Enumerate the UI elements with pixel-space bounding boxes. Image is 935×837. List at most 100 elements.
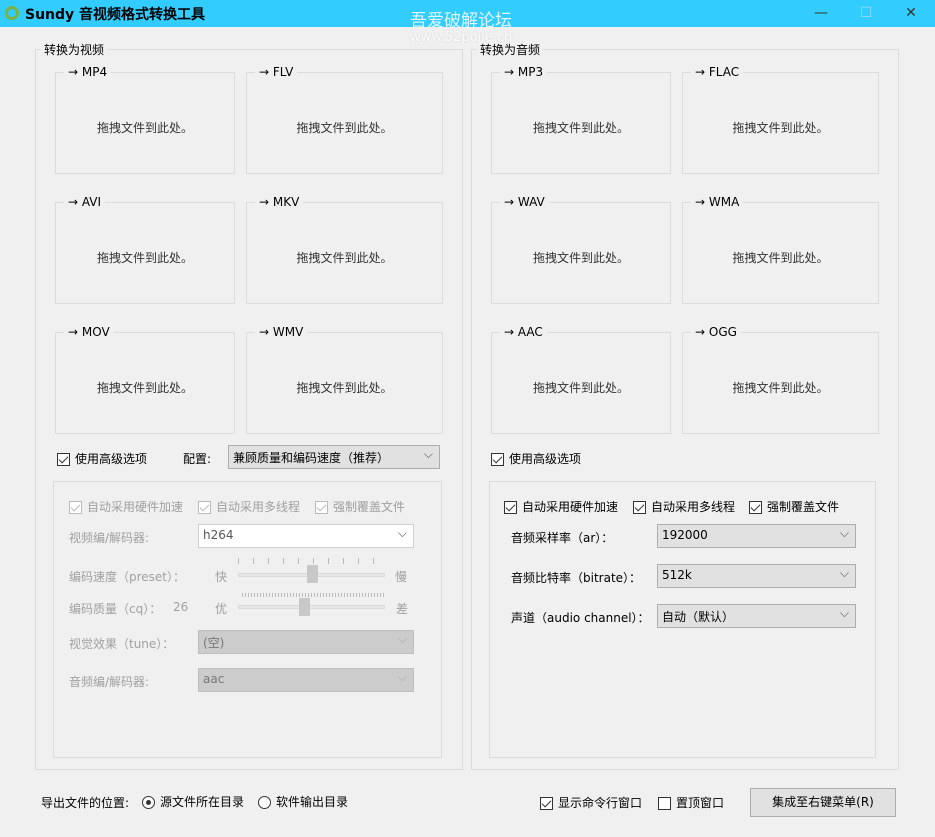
checkbox-icon bbox=[57, 453, 70, 466]
drop-hint: 拖拽文件到此处。 bbox=[296, 381, 393, 395]
format-label: → AVI bbox=[64, 195, 106, 209]
audio-group-label: 转换为音频 bbox=[477, 41, 544, 58]
checkbox-icon bbox=[658, 797, 671, 810]
label: 自动采用多线程 bbox=[651, 500, 736, 514]
preset-label: 编码速度（preset）： bbox=[69, 570, 186, 584]
drop-hint: 拖拽文件到此处。 bbox=[732, 251, 829, 265]
checkbox-icon bbox=[633, 501, 646, 514]
audio-advanced-checkbox[interactable]: 使用高级选项 bbox=[491, 450, 581, 467]
radio-software-dir[interactable]: 软件输出目录 bbox=[258, 793, 348, 810]
video-advanced-panel bbox=[53, 481, 442, 758]
audio-codec-select[interactable]: aac bbox=[198, 668, 414, 692]
checkbox-icon bbox=[315, 501, 328, 514]
drop-hint: 拖拽文件到此处。 bbox=[532, 121, 629, 135]
audio-drop-zone[interactable]: → WAV 拖拽文件到此处。 bbox=[491, 195, 671, 304]
video-codec-combobox[interactable]: h264 bbox=[198, 524, 414, 548]
bitrate-select[interactable]: 512k bbox=[657, 564, 856, 588]
close-button[interactable]: ✕ bbox=[888, 0, 934, 27]
label: 自动采用硬件加速 bbox=[87, 500, 184, 514]
cq-slider-thumb[interactable] bbox=[299, 598, 311, 616]
label: 使用高级选项 bbox=[509, 452, 582, 466]
ar-select[interactable]: 192000 bbox=[657, 524, 856, 548]
tune-label: 视觉效果（tune）： bbox=[69, 637, 175, 651]
label: 显示命令行窗口 bbox=[558, 796, 643, 810]
label: 强制覆盖文件 bbox=[333, 500, 406, 514]
format-label: → WAV bbox=[500, 195, 549, 209]
label: 自动采用硬件加速 bbox=[522, 500, 619, 514]
format-label: → MP4 bbox=[64, 65, 112, 79]
drop-hint: 拖拽文件到此处。 bbox=[296, 121, 393, 135]
maximize-button[interactable]: ☐ bbox=[843, 0, 889, 27]
topmost-checkbox[interactable]: 置顶窗口 bbox=[658, 794, 724, 811]
format-label: → OGG bbox=[691, 325, 741, 339]
radio-icon bbox=[142, 796, 155, 809]
app-logo-icon bbox=[5, 6, 19, 20]
video-drop-zone[interactable]: → FLV 拖拽文件到此处。 bbox=[246, 65, 443, 174]
label: 自动采用多线程 bbox=[216, 500, 301, 514]
bitrate-label: 音频比特率（bitrate）： bbox=[511, 571, 642, 585]
format-label: → AAC bbox=[500, 325, 547, 339]
video-drop-zone[interactable]: → WMV 拖拽文件到此处。 bbox=[246, 325, 443, 434]
radio-icon bbox=[258, 796, 271, 809]
channel-select[interactable]: 自动（默认） bbox=[657, 604, 856, 628]
label: 源文件所在目录 bbox=[160, 795, 245, 809]
cq-label: 编码质量（cq）： bbox=[69, 602, 162, 616]
video-group-label: 转换为视频 bbox=[41, 41, 108, 58]
drop-hint: 拖拽文件到此处。 bbox=[96, 251, 193, 265]
video-drop-zone[interactable]: → MKV 拖拽文件到此处。 bbox=[246, 195, 443, 304]
show-cmd-checkbox[interactable]: 显示命令行窗口 bbox=[540, 794, 642, 811]
video-multithread-checkbox[interactable]: 自动采用多线程 bbox=[198, 498, 300, 515]
video-overwrite-checkbox[interactable]: 强制覆盖文件 bbox=[315, 498, 405, 515]
format-label: → MKV bbox=[255, 195, 304, 209]
config-select[interactable]: 兼顾质量和编码速度（推荐） bbox=[228, 445, 440, 469]
checkbox-icon bbox=[540, 797, 553, 810]
video-codec-label: 视频编/解码器: bbox=[69, 531, 150, 545]
drop-hint: 拖拽文件到此处。 bbox=[532, 381, 629, 395]
audio-drop-zone[interactable]: → OGG 拖拽文件到此处。 bbox=[682, 325, 879, 434]
video-advanced-checkbox[interactable]: 使用高级选项 bbox=[57, 450, 147, 467]
drop-hint: 拖拽文件到此处。 bbox=[532, 251, 629, 265]
cq-slider-track[interactable] bbox=[238, 605, 385, 609]
checkbox-icon bbox=[504, 501, 517, 514]
video-drop-zone[interactable]: → MP4 拖拽文件到此处。 bbox=[55, 65, 235, 174]
checkbox-icon bbox=[749, 501, 762, 514]
window-title: Sundy 音视频格式转换工具 bbox=[25, 7, 206, 23]
drop-hint: 拖拽文件到此处。 bbox=[296, 251, 393, 265]
format-label: → WMV bbox=[255, 325, 308, 339]
audio-multithread-checkbox[interactable]: 自动采用多线程 bbox=[633, 498, 735, 515]
tune-select[interactable]: (空) bbox=[198, 630, 414, 654]
minimize-button[interactable]: — bbox=[798, 0, 844, 27]
drop-hint: 拖拽文件到此处。 bbox=[732, 381, 829, 395]
audio-drop-zone[interactable]: → MP3 拖拽文件到此处。 bbox=[491, 65, 671, 174]
label: 使用高级选项 bbox=[75, 452, 148, 466]
channel-label: 声道（audio channel）： bbox=[511, 611, 650, 625]
context-menu-button[interactable]: 集成至右键菜单(R) bbox=[750, 788, 896, 817]
video-drop-zone[interactable]: → MOV 拖拽文件到此处。 bbox=[55, 325, 235, 434]
audio-drop-zone[interactable]: → FLAC 拖拽文件到此处。 bbox=[682, 65, 879, 174]
drop-hint: 拖拽文件到此处。 bbox=[732, 121, 829, 135]
drop-hint: 拖拽文件到此处。 bbox=[96, 381, 193, 395]
label: 软件输出目录 bbox=[276, 795, 349, 809]
checkbox-icon bbox=[69, 501, 82, 514]
cq-good-label: 优 bbox=[215, 602, 228, 616]
audio-drop-zone[interactable]: → WMA 拖拽文件到此处。 bbox=[682, 195, 879, 304]
video-hw-accel-checkbox[interactable]: 自动采用硬件加速 bbox=[69, 498, 183, 515]
audio-hw-accel-checkbox[interactable]: 自动采用硬件加速 bbox=[504, 498, 618, 515]
checkbox-icon bbox=[491, 453, 504, 466]
format-label: → FLV bbox=[255, 65, 298, 79]
format-label: → FLAC bbox=[691, 65, 744, 79]
preset-fast-label: 快 bbox=[215, 570, 228, 584]
label: 强制覆盖文件 bbox=[767, 500, 840, 514]
label: 置顶窗口 bbox=[676, 796, 725, 810]
cq-value: 26 bbox=[173, 600, 189, 614]
audio-drop-zone[interactable]: → AAC 拖拽文件到此处。 bbox=[491, 325, 671, 434]
audio-codec-label: 音频编/解码器: bbox=[69, 675, 150, 689]
video-drop-zone[interactable]: → AVI 拖拽文件到此处。 bbox=[55, 195, 235, 304]
title-bar: Sundy 音视频格式转换工具 吾爱破解论坛 www.52pojie.cn — … bbox=[0, 0, 935, 45]
preset-slider-thumb[interactable] bbox=[306, 565, 318, 583]
checkbox-icon bbox=[198, 501, 211, 514]
preset-slow-label: 慢 bbox=[395, 570, 408, 584]
format-label: → MP3 bbox=[500, 65, 548, 79]
radio-source-dir[interactable]: 源文件所在目录 bbox=[142, 793, 244, 810]
audio-overwrite-checkbox[interactable]: 强制覆盖文件 bbox=[749, 498, 839, 515]
